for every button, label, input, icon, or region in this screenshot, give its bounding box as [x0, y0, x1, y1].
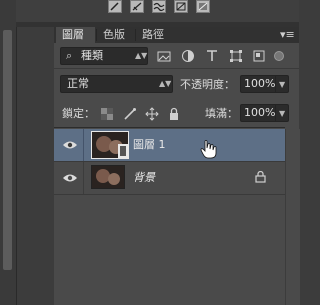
tab-paths[interactable]: 路徑	[136, 27, 174, 43]
filter-toggle-icon[interactable]	[273, 45, 285, 67]
layer-thumbnail-image	[91, 165, 125, 189]
layers-scrollbar[interactable]	[285, 129, 300, 305]
fill-label: 填滿：	[205, 107, 238, 120]
left-scrollbar[interactable]	[3, 30, 12, 270]
layer-filter-dropdown[interactable]: ⌕ 種類 ▲▼	[60, 47, 148, 65]
chevron-updown-icon: ▲▼	[135, 51, 148, 60]
opacity-slider-button[interactable]: ▼	[275, 75, 289, 93]
tab-layers[interactable]: 圖層	[56, 27, 95, 43]
shape-filter-icon[interactable]	[229, 49, 243, 63]
blend-mode-dropdown[interactable]: 正常 ▲▼	[60, 75, 173, 93]
fill-input[interactable]: 100%	[240, 104, 276, 122]
layer-row-layer-1[interactable]	[54, 129, 285, 161]
lock-label: 鎖定：	[62, 107, 95, 120]
hand-cursor-icon	[200, 140, 217, 159]
chevron-down-icon: ▼	[279, 109, 286, 118]
lock-all-icon[interactable]	[167, 107, 181, 121]
layer-row-background[interactable]	[54, 162, 285, 194]
clone-source-icon[interactable]	[152, 0, 166, 13]
layer-name: 背景	[133, 171, 155, 184]
styles-icon[interactable]	[196, 0, 210, 13]
chevron-down-icon: ▼	[279, 80, 286, 89]
divider	[54, 127, 285, 128]
fill-slider-button[interactable]: ▼	[275, 104, 289, 122]
lock-transparent-pixels-icon[interactable]	[100, 107, 114, 121]
layer-thumbnail-image	[91, 131, 129, 159]
lock-position-icon[interactable]	[145, 107, 159, 121]
chevron-updown-icon: ▲▼	[159, 79, 172, 88]
lock-image-pixels-icon[interactable]	[123, 107, 137, 121]
adjustments-icon[interactable]	[174, 0, 188, 13]
brush-preset-icon[interactable]	[130, 0, 144, 13]
visibility-eye-icon[interactable]	[62, 173, 78, 183]
layer-name: 圖層 1	[133, 138, 166, 151]
column-divider	[83, 162, 84, 194]
panel-menu-icon[interactable]: ▾≡	[280, 28, 296, 42]
opacity-label: 不透明度：	[180, 78, 235, 91]
type-filter-icon[interactable]	[205, 49, 219, 63]
visibility-eye-icon[interactable]	[62, 140, 78, 150]
opacity-input[interactable]: 100%	[240, 75, 276, 93]
adjustment-filter-icon[interactable]	[181, 49, 195, 63]
image-filter-icon[interactable]	[157, 49, 171, 63]
lock-icon	[255, 171, 266, 183]
search-icon: ⌕	[66, 49, 73, 62]
divider	[54, 194, 285, 195]
tab-channels[interactable]: 色版	[97, 27, 135, 43]
column-divider	[83, 129, 84, 161]
tool-preset-icon[interactable]	[108, 0, 122, 13]
divider	[54, 68, 299, 69]
smart-object-filter-icon[interactable]	[252, 49, 266, 63]
